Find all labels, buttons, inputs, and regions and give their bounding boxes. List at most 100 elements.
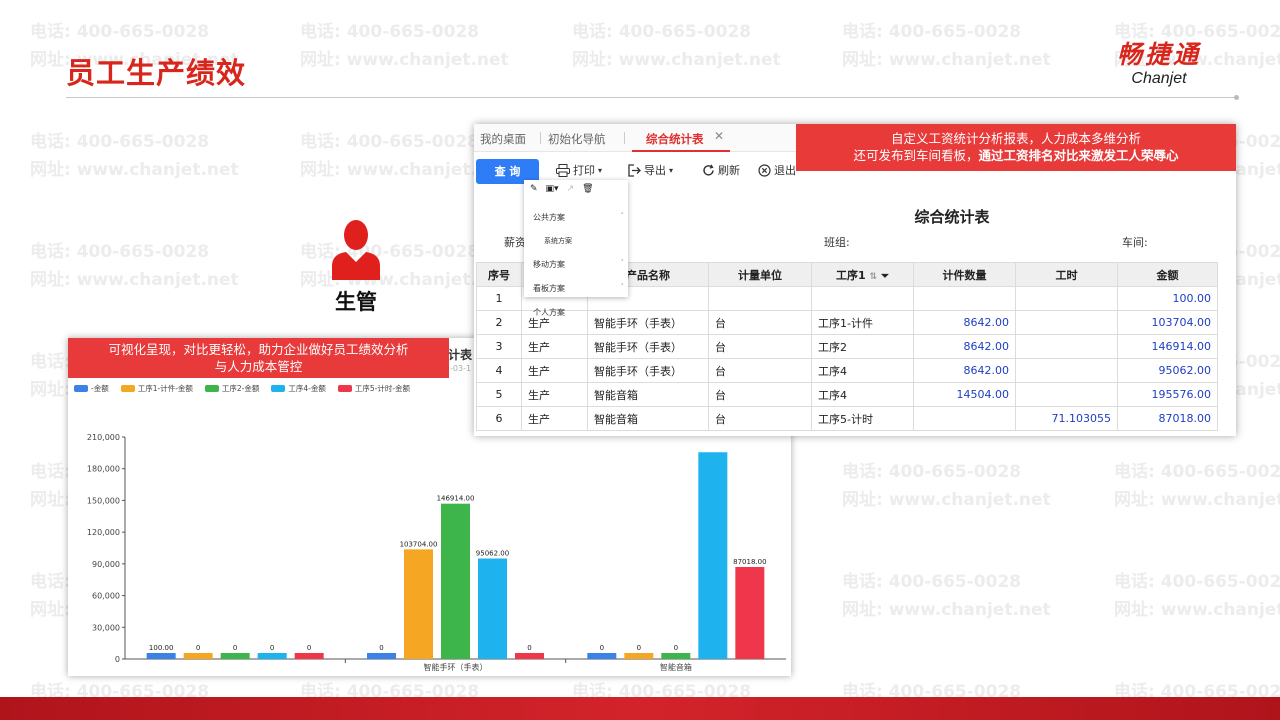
- table-cell: [913, 406, 1016, 431]
- active-tab-indicator: [632, 150, 730, 152]
- col-header-index[interactable]: 序号: [476, 262, 522, 287]
- close-tab-icon[interactable]: ✕: [714, 129, 724, 143]
- watermark-tile: 电话: 400-665-0028 网址: www.chanjet.net: [300, 18, 509, 74]
- y-tick-label: 120,000: [87, 528, 120, 537]
- menu-toolbar: ✎ ▣▾ ↗ 🗑: [530, 184, 594, 194]
- table-cell: 智能音箱: [587, 406, 709, 431]
- report-callout-line2: 还可发布到车间看板，通过工资排名对比来激发工人荣辱心: [796, 147, 1236, 164]
- tab-summary-report[interactable]: 综合统计表: [646, 131, 704, 147]
- watermark-site: 网址: www.chanjet.net: [842, 490, 1051, 510]
- bar-data-label: 0: [674, 644, 678, 652]
- legend-swatch: [337, 385, 352, 392]
- person-icon: [332, 220, 380, 280]
- menu-board-scheme[interactable]: 看板方案: [533, 283, 565, 294]
- col-header-amount[interactable]: 金额: [1117, 262, 1218, 287]
- chart-bar: [220, 653, 250, 659]
- watermark-tile: 电话: 400-665-0028 网址: www.chanjet.net: [30, 128, 239, 184]
- exit-label: 退出: [774, 164, 796, 177]
- table-cell: 智能手环（手表）: [587, 334, 709, 359]
- tab-my-desktop[interactable]: 我的桌面: [480, 131, 526, 147]
- table-cell: 工序4: [811, 358, 914, 383]
- table-cell: 195576.00: [1117, 382, 1218, 407]
- table-cell: 2: [476, 310, 522, 335]
- table-cell: 工序5-计时: [811, 406, 914, 431]
- table-row[interactable]: 3 生产 智能手环（手表）台工序2 8642.00 146914.00: [476, 334, 1218, 359]
- y-tick-label: 210,000: [87, 433, 120, 442]
- footer-bar: [0, 697, 1280, 720]
- chevron-down-icon[interactable]: ˅: [621, 259, 625, 267]
- refresh-button[interactable]: 刷新: [702, 162, 740, 178]
- legend-label: -金额: [91, 384, 109, 393]
- chevron-up-icon[interactable]: ˄: [621, 283, 625, 291]
- share-icon[interactable]: ↗: [567, 184, 575, 194]
- menu-mobile-scheme[interactable]: 移动方案: [533, 259, 565, 270]
- table-cell: 103704.00: [1117, 310, 1218, 335]
- chevron-down-icon: ▾: [669, 165, 674, 175]
- y-tick-label: 30,000: [92, 623, 120, 632]
- table-cell: 4: [476, 358, 522, 383]
- exit-button[interactable]: 退出: [758, 162, 796, 178]
- col-header-piece-qty[interactable]: 计件数量: [913, 262, 1016, 287]
- col-header-hours[interactable]: 工时: [1015, 262, 1118, 287]
- edit-icon[interactable]: ✎: [530, 184, 538, 194]
- table-cell: 71.103055: [1015, 406, 1118, 431]
- bar-data-label: 146914.00: [437, 495, 475, 503]
- table-cell: 工序4: [811, 382, 914, 407]
- col-header-unit[interactable]: 计量单位: [708, 262, 812, 287]
- header-divider: [66, 97, 1236, 98]
- scheme-dropdown-menu: ✎ ▣▾ ↗ 🗑 公共方案 ˄ 系统方案 移动方案 ˅ 看板方案 ˄: [524, 180, 628, 297]
- legend-label: 工序5-计时-金额: [354, 384, 411, 393]
- refresh-icon: [703, 163, 714, 176]
- table-row[interactable]: 2 生产 智能手环（手表）台工序1-计件 8642.00 103704.00: [476, 310, 1218, 335]
- delete-icon[interactable]: 🗑: [582, 184, 593, 194]
- legend-swatch: [271, 385, 286, 392]
- legend-item[interactable]: 工序2-金额: [204, 383, 260, 394]
- watermark-tile: 电话: 400-665-0028 网址: www.chanjet.net: [842, 568, 1051, 624]
- header-divider-dot: [1234, 95, 1239, 100]
- sort-icon[interactable]: ⇅: [870, 272, 878, 282]
- menu-public-scheme[interactable]: 公共方案: [533, 212, 565, 223]
- legend-item[interactable]: -金额: [74, 383, 109, 394]
- exit-icon: [758, 163, 771, 177]
- save-icon[interactable]: ▣▾: [546, 184, 559, 194]
- chart-bar: [661, 653, 691, 659]
- chart-callout-banner: 可视化呈现，对比更轻松，助力企业做好员工绩效分析 与人力成本管控: [68, 338, 449, 378]
- menu-system-scheme[interactable]: 系统方案: [544, 236, 572, 246]
- export-button[interactable]: 导出 ▾: [628, 162, 673, 178]
- legend-item[interactable]: 工序1-计件-金额: [120, 383, 193, 394]
- bar-data-label: 0: [379, 644, 383, 652]
- legend-swatch: [74, 385, 88, 392]
- table-row[interactable]: 6 生产 智能音箱台工序5-计时 71.103055 87018.00: [476, 406, 1218, 431]
- legend-swatch: [204, 385, 219, 392]
- chart-callout-line2: 与人力成本管控: [214, 359, 303, 374]
- report-callout-plain: 还可发布到车间看板，: [853, 148, 979, 163]
- tab-init-guide[interactable]: 初始化导航: [548, 131, 606, 147]
- chart-bar: [257, 653, 287, 659]
- watermark-phone: 电话: 400-665-0028: [842, 572, 1022, 592]
- logo-chinese: 畅捷通: [1116, 40, 1201, 69]
- slide-title: 员工生产绩效: [66, 56, 247, 90]
- table-cell: 生产: [521, 334, 588, 359]
- watermark-phone: 电话: 400-665-0028: [30, 242, 210, 262]
- watermark-phone: 电话: 400-665-0028: [1114, 462, 1280, 482]
- chevron-up-icon[interactable]: ˄: [621, 212, 625, 220]
- menu-personal-scheme[interactable]: 个人方案: [533, 307, 565, 318]
- bar-data-label: 0: [637, 644, 641, 652]
- watermark-site: 网址: www.chanjet.net: [842, 50, 1051, 70]
- chart-bar: [404, 549, 433, 659]
- print-button[interactable]: 打印 ▾: [556, 162, 602, 178]
- legend-item[interactable]: 工序5-计时-金额: [337, 383, 411, 394]
- col-header-process[interactable]: 工序1 ⇅ ⏷: [811, 262, 914, 287]
- table-cell: 146914.00: [1117, 334, 1218, 359]
- table-row[interactable]: 4 生产 智能手环（手表）台工序4 8642.00 95062.00: [476, 358, 1218, 383]
- legend-item[interactable]: 工序4-金额: [271, 383, 326, 394]
- watermark-site: 网址: www.chanjet.net: [1114, 490, 1280, 510]
- table-cell: [1015, 358, 1118, 383]
- y-tick-label: 90,000: [92, 560, 120, 569]
- legend-label: 工序2-金额: [221, 384, 260, 393]
- bar-data-label: 0: [600, 644, 604, 652]
- filter-icon[interactable]: ⏷: [881, 271, 889, 282]
- table-row[interactable]: 5 生产 智能音箱台工序4 14504.00 195576.00: [476, 382, 1218, 407]
- watermark-tile: 电话: 400-665-0028 网址: www.chanjet.net: [1114, 568, 1280, 624]
- watermark-site: 网址: www.chanjet.net: [30, 270, 239, 290]
